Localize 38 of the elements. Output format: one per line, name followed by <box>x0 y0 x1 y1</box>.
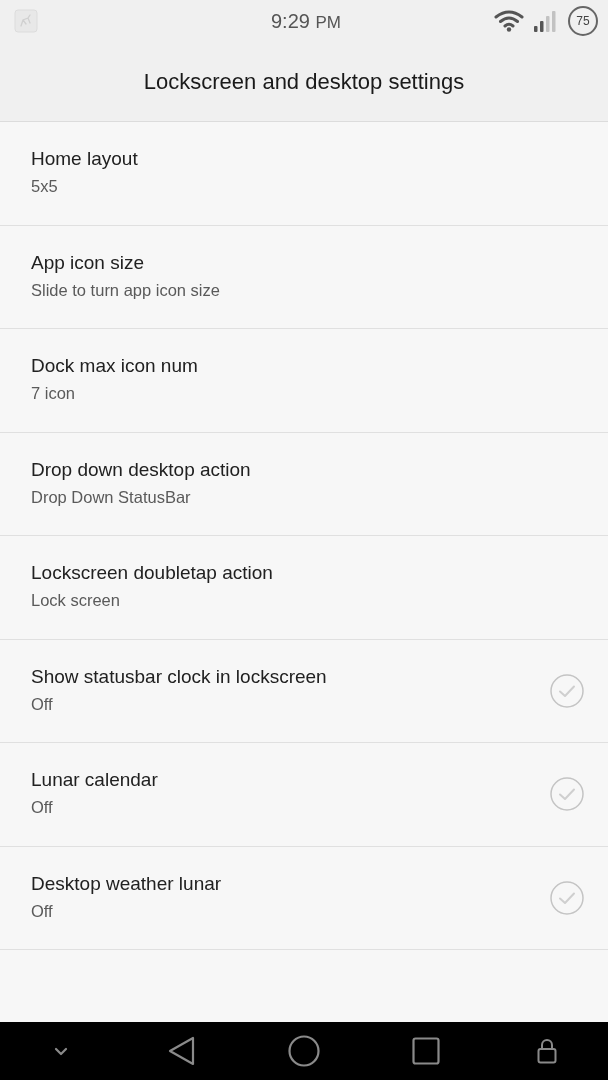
setting-summary: Off <box>31 798 54 818</box>
notification-icon <box>14 9 38 33</box>
check-circle-icon[interactable] <box>550 777 584 812</box>
setting-row[interactable]: App icon size Slide to turn app icon size <box>0 225 608 329</box>
check-circle-icon[interactable] <box>550 880 584 915</box>
collapse-button[interactable] <box>53 1046 68 1056</box>
setting-row[interactable]: Lunar calendar Off <box>0 743 608 847</box>
signal-icon <box>534 10 558 32</box>
screen-title: Lockscreen and desktop settings <box>143 68 465 95</box>
wifi-icon <box>494 10 524 32</box>
setting-title: Dock max icon num <box>31 355 199 378</box>
setting-row[interactable]: Dock max icon num 7 icon <box>0 329 608 433</box>
setting-row[interactable]: Lockscreen doubletap action Lock screen <box>0 536 608 640</box>
setting-title: Lockscreen doubletap action <box>31 562 274 585</box>
clock-text: 9:29 PM <box>271 9 341 33</box>
setting-summary: 7 icon <box>31 384 77 404</box>
setting-row[interactable]: Desktop weather lunar Off <box>0 846 608 950</box>
lock-button[interactable] <box>537 1038 558 1064</box>
setting-summary: Off <box>31 694 54 714</box>
setting-summary: Lock screen <box>31 591 121 611</box>
setting-summary: 5x5 <box>31 177 59 197</box>
check-circle-icon[interactable] <box>550 673 584 708</box>
setting-title: Lunar calendar <box>31 769 159 792</box>
recent-apps-button[interactable] <box>411 1037 440 1065</box>
setting-title: Home layout <box>31 148 139 171</box>
setting-row[interactable]: Show statusbar clock in lockscreen Off <box>0 639 608 743</box>
setting-title: Desktop weather lunar <box>31 872 223 895</box>
setting-row[interactable]: Drop down desktop action Drop Down StatusBar <box>0 432 608 536</box>
setting-row[interactable]: Home layout 5x5 <box>0 122 608 226</box>
setting-summary: Drop Down StatusBar <box>31 487 192 507</box>
setting-summary: Slide to turn app icon size <box>31 280 221 300</box>
setting-title: App icon size <box>31 251 145 274</box>
setting-title: Show statusbar clock in lockscreen <box>31 665 328 688</box>
setting-summary: Off <box>31 901 54 921</box>
home-button[interactable] <box>288 1035 320 1067</box>
battery-level: 75 <box>568 6 598 36</box>
setting-title: Drop down desktop action <box>31 458 252 481</box>
back-button[interactable] <box>168 1036 197 1066</box>
